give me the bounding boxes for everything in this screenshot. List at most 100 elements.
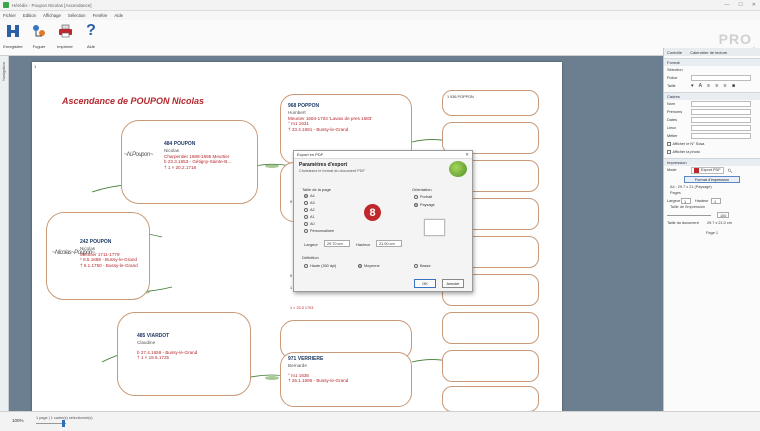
height-input[interactable]: 21.00 cm xyxy=(376,240,402,247)
person-death: 1 × 23.5 1703 xyxy=(290,306,314,310)
step-badge: 8 xyxy=(364,204,381,221)
print-size-row: 100 xyxy=(664,211,760,219)
panel-tab-controle[interactable]: Contrôle xyxy=(667,50,682,55)
show-photo-checkbox[interactable]: Afficher la photo xyxy=(664,148,760,156)
person-info: 968 POPPON Humbert Meunier 1684-1704 'La… xyxy=(288,103,372,133)
app-icon xyxy=(3,2,9,8)
page-size-label: Taille de la page xyxy=(302,187,331,192)
panel-tab-calendrier[interactable]: Calendrier de lecture xyxy=(690,50,727,55)
print-format-button[interactable]: Format d'impression xyxy=(684,176,740,183)
person-death: † 26.1.1695 - Bussy-le-Grand xyxy=(288,378,349,384)
app-logo-icon xyxy=(449,161,467,177)
format-custom-radio[interactable]: Personnalisée xyxy=(304,229,334,233)
section-cadres[interactable]: Cadres xyxy=(664,92,760,100)
status-bar: 100% 1 page | 1 cadre(s) sélectionné(s) xyxy=(0,411,760,431)
person-number: 1 xyxy=(290,286,293,290)
save-icon xyxy=(5,23,21,39)
ok-button[interactable]: OK xyxy=(414,279,436,288)
properties-panel: Contrôle Calendrier de lecture Format Sé… xyxy=(663,48,760,411)
menu-selection[interactable]: Sélection xyxy=(68,13,86,18)
menu-edition[interactable]: Edition xyxy=(23,13,36,18)
person-death: † 23.4.1691 - Bussy-le-Grand xyxy=(288,127,349,133)
dialog-subheading: Choisissez le format du document PDF xyxy=(299,169,365,173)
definition-label: Définition xyxy=(302,255,319,260)
tree-button[interactable]: Fuguer xyxy=(28,23,50,53)
dialog-title: Export en PDF xyxy=(294,151,472,159)
nom-style-select[interactable] xyxy=(691,101,751,107)
title-bar: Hérédis - Poupon Nicolas [Ascendance] — … xyxy=(0,0,760,11)
prenoms-style-select[interactable] xyxy=(691,109,751,115)
menu-aide[interactable]: Aide xyxy=(114,13,123,18)
help-label: Aide xyxy=(86,44,95,49)
minimize-button[interactable]: — xyxy=(724,2,729,8)
width-input[interactable]: 29.70 cm xyxy=(324,240,350,247)
field-row-nom: Nom xyxy=(664,100,760,108)
pages-height-input[interactable]: 1 xyxy=(711,198,721,204)
print-button[interactable]: Imprimer xyxy=(54,23,76,53)
person-card[interactable] xyxy=(442,312,539,344)
person-number: 9 xyxy=(290,274,293,278)
side-tab-strip: Navigation xyxy=(0,56,9,411)
field-row-prenoms: Prénoms xyxy=(664,108,760,116)
person-card[interactable] xyxy=(442,350,539,382)
show-sosa-checkbox[interactable]: Afficher le N° Sosa xyxy=(664,140,760,148)
print-size-input[interactable]: 100 xyxy=(717,212,729,218)
person-info: 485 VIARDOT Claudine b 27.4.1659 - Bussy… xyxy=(137,333,197,361)
landscape-radio[interactable]: Paysage xyxy=(414,203,435,207)
dialog-close-icon[interactable]: ✕ xyxy=(465,152,469,158)
panel-tabs: Contrôle Calendrier de lecture xyxy=(664,48,760,56)
save-button[interactable]: Enregistrer xyxy=(2,23,24,53)
export-pdf-dialog: Export en PDF ✕ Paramètres d'export Choi… xyxy=(293,150,473,292)
side-tab-navigation[interactable]: Navigation xyxy=(1,62,6,81)
definition-low-radio[interactable]: Basse xyxy=(414,264,431,268)
format-a0-radio[interactable]: A0 xyxy=(304,222,315,226)
format-a4-radio[interactable]: A4 xyxy=(304,194,315,198)
window-controls: — ☐ ✕ xyxy=(724,2,756,8)
metier-style-select[interactable] xyxy=(691,133,751,139)
person-given: Claudine xyxy=(137,339,156,345)
window-title: Hérédis - Poupon Nicolas [Ascendance] xyxy=(12,2,92,8)
text-format-icons[interactable]: ▾ A ≡ ≡ ≡ ■ xyxy=(691,83,737,89)
lieux-style-select[interactable] xyxy=(691,125,751,131)
print-size-slider[interactable] xyxy=(667,214,711,216)
format-a2-radio[interactable]: A2 xyxy=(304,208,315,212)
section-format[interactable]: Format xyxy=(664,58,760,66)
menu-affichage[interactable]: Affichage xyxy=(43,13,61,18)
menu-fichier[interactable]: Fichier xyxy=(3,13,16,18)
person-card[interactable] xyxy=(442,386,539,412)
definition-high-radio[interactable]: Haute (300 dpi) xyxy=(304,264,336,268)
font-row: Police xyxy=(664,74,760,82)
menu-fenetre[interactable]: Fenêtre xyxy=(93,13,108,18)
portrait-radio[interactable]: Portrait xyxy=(414,195,432,199)
print-label: Imprimer xyxy=(57,44,73,49)
selection-tab[interactable]: Sélection xyxy=(664,66,760,74)
person-given: Bernarde xyxy=(288,362,307,368)
person-card[interactable] xyxy=(442,90,539,116)
person-death: † 1 × 20.2.1718 xyxy=(164,165,197,171)
width-label: Largeur xyxy=(304,242,318,247)
format-a3-radio[interactable]: A3 xyxy=(304,201,315,205)
doc-size-value: 29.7 x 21.0 cm xyxy=(707,221,732,225)
cancel-button[interactable]: Annuler xyxy=(442,279,464,288)
section-impression[interactable]: Impression xyxy=(664,158,760,166)
mode-select[interactable]: Export PDF xyxy=(691,166,724,174)
field-row-lieux: Lieux xyxy=(664,124,760,132)
pages-width-input[interactable]: 1 xyxy=(681,198,691,204)
person-info: 971 VERRIERE Bernarde ° m1 1636 † 26.1.1… xyxy=(288,356,349,384)
search-icon[interactable]: 🔍︎ xyxy=(728,168,733,173)
pro-brand: PRO xyxy=(718,31,752,47)
definition-medium-radio[interactable]: Moyenne xyxy=(358,264,380,268)
height-label: Hauteur xyxy=(356,242,371,247)
help-button[interactable]: ? Aide xyxy=(80,22,102,53)
zoom-level[interactable]: 100% xyxy=(12,418,24,423)
font-select[interactable] xyxy=(691,75,751,81)
mode-row: Mode Export PDF 🔍︎ xyxy=(667,166,733,174)
signature-image: ~Nicolas~Poupon~ xyxy=(52,250,95,256)
format-a1-radio[interactable]: A1 xyxy=(304,215,315,219)
person-info: 484 POUPON Nicolas Charpentier 1689-1695… xyxy=(164,141,231,171)
print-icon xyxy=(57,23,73,39)
dates-style-select[interactable] xyxy=(691,117,751,123)
maximize-button[interactable]: ☐ xyxy=(738,2,742,8)
close-button[interactable]: ✕ xyxy=(752,2,756,8)
zoom-slider-thumb[interactable] xyxy=(62,420,65,427)
